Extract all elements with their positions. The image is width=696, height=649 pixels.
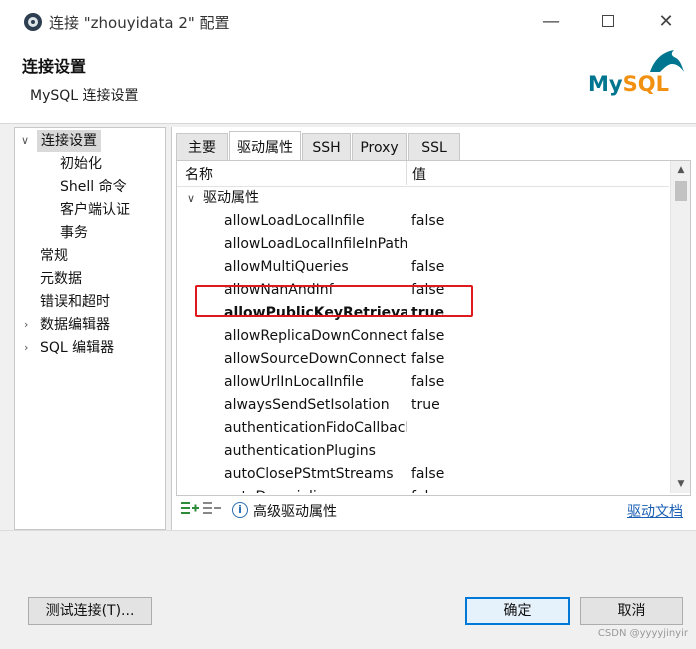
table-row[interactable]: allowLoadLocalInfileInPath (177, 233, 669, 256)
nav-item-shell-commands[interactable]: Shell 命令 (60, 176, 127, 198)
properties-toolbar: i 高级驱动属性 驱动文档 (176, 497, 691, 525)
tab-main[interactable]: 主要 (176, 133, 228, 161)
minimize-button[interactable]: — (536, 8, 566, 36)
property-name: allowLoadLocalInfileInPath (224, 236, 407, 252)
cancel-button[interactable]: 取消 (580, 597, 683, 625)
nav-item-init[interactable]: 初始化 (60, 153, 102, 175)
property-value[interactable]: false (411, 256, 444, 279)
window-title: 连接 "zhouyidata 2" 配置 (49, 14, 230, 32)
property-name: allowUrlInLocalInfile (224, 374, 364, 390)
table-row[interactable]: allowReplicaDownConnectionsfalse (177, 325, 669, 348)
property-group-row[interactable]: ∨ 驱动属性 (177, 187, 669, 210)
page-title: 连接设置 (22, 57, 87, 76)
scroll-down-arrow-icon[interactable]: ▼ (671, 475, 691, 493)
nav-item-transactions[interactable]: 事务 (60, 222, 88, 244)
property-name: authenticationPlugins (224, 443, 376, 459)
mysql-logo: MySQL (588, 46, 688, 104)
add-list-icon (181, 502, 199, 514)
column-divider[interactable] (406, 161, 407, 185)
annotation-highlight-box (195, 285, 473, 317)
property-name: allowSourceDownConnections (224, 351, 407, 367)
nav-item-data-editor[interactable]: 数据编辑器 (40, 314, 110, 336)
property-name: autoClosePStmtStreams (224, 466, 394, 482)
group-label: 驱动属性 (203, 190, 259, 206)
property-name: allowReplicaDownConnections (224, 328, 407, 344)
tab-proxy[interactable]: Proxy (352, 133, 407, 161)
maximize-icon (602, 15, 614, 27)
advanced-driver-properties-label[interactable]: 高级驱动属性 (253, 501, 337, 521)
nav-item-sql-editor[interactable]: SQL 编辑器 (40, 337, 114, 359)
close-button[interactable]: ✕ (651, 8, 681, 36)
table-row[interactable]: autoDeserialize false (177, 486, 669, 493)
table-header: 名称 值 (177, 161, 669, 187)
nav-item-client-auth[interactable]: 客户端认证 (60, 199, 130, 221)
table-row[interactable]: authenticationPlugins (177, 440, 669, 463)
dbeaver-app-icon (24, 13, 42, 31)
column-header-value[interactable]: 值 (412, 164, 426, 184)
scroll-thumb[interactable] (675, 181, 687, 201)
dialog-footer: 测试连接(T)... 确定 取消 CSDN @yyyyjinyir (0, 530, 696, 649)
property-name: allowLoadLocalInfile (224, 213, 365, 229)
info-icon: i (232, 502, 248, 518)
scroll-up-arrow-icon[interactable]: ▲ (671, 161, 691, 179)
property-value[interactable]: false (411, 210, 444, 233)
nav-item-errors-timeouts[interactable]: 错误和超时 (40, 291, 110, 313)
driver-properties-table: 名称 值 ∨ 驱动属性 allowLoadLocalInfile false al… (176, 160, 691, 496)
tab-ssl[interactable]: SSL (408, 133, 460, 161)
property-rows: ∨ 驱动属性 allowLoadLocalInfile false allowLo… (177, 187, 669, 493)
main-area: ∨ 连接设置 初始化 Shell 命令 客户端认证 事务 常规 元数据 错误和超… (0, 124, 696, 530)
property-name: allowMultiQueries (224, 259, 349, 275)
driver-docs-link[interactable]: 驱动文档 (627, 501, 683, 521)
table-row[interactable]: allowSourceDownConnectionsfalse (177, 348, 669, 371)
remove-property-icon[interactable] (202, 501, 222, 521)
maximize-button[interactable] (593, 8, 623, 36)
dialog-header: 连接设置 MySQL 连接设置 MySQL (0, 44, 696, 124)
logo-sql: SQL (622, 72, 669, 96)
property-value[interactable]: false (411, 463, 444, 486)
vertical-scrollbar[interactable]: ▲ ▼ (670, 161, 690, 493)
settings-nav-tree: ∨ 连接设置 初始化 Shell 命令 客户端认证 事务 常规 元数据 错误和超… (14, 127, 166, 530)
chevron-right-icon[interactable]: › (24, 337, 28, 359)
table-row[interactable]: allowLoadLocalInfile false (177, 210, 669, 233)
test-connection-button[interactable]: 测试连接(T)... (28, 597, 152, 625)
watermark: CSDN @yyyyjinyir (597, 628, 688, 639)
remove-list-icon (203, 502, 221, 514)
nav-item-general[interactable]: 常规 (40, 245, 68, 267)
property-value[interactable]: false (411, 486, 444, 493)
table-row[interactable]: allowMultiQueries false (177, 256, 669, 279)
property-name: authenticationFidoCallback (224, 420, 407, 436)
page-subtitle: MySQL 连接设置 (30, 88, 139, 104)
add-property-icon[interactable] (180, 501, 200, 521)
property-value[interactable]: false (411, 325, 444, 348)
column-header-name[interactable]: 名称 (185, 164, 213, 184)
table-row[interactable]: authenticationFidoCallback (177, 417, 669, 440)
property-value[interactable]: false (411, 371, 444, 394)
table-row[interactable]: allowUrlInLocalInfile false (177, 371, 669, 394)
property-value[interactable]: false (411, 348, 444, 371)
property-name: autoDeserialize (224, 486, 407, 493)
title-bar: 连接 "zhouyidata 2" 配置 — ✕ (0, 0, 696, 44)
nav-item-metadata[interactable]: 元数据 (40, 268, 82, 290)
tab-driver-properties[interactable]: 驱动属性 (229, 131, 301, 161)
tab-ssh[interactable]: SSH (302, 133, 351, 161)
table-row[interactable]: alwaysSendSetIsolation true (177, 394, 669, 417)
chevron-right-icon[interactable]: › (24, 314, 28, 336)
property-name: alwaysSendSetIsolation (224, 397, 390, 413)
property-value[interactable]: true (411, 394, 440, 417)
mysql-wordmark: MySQL (588, 72, 669, 96)
chevron-down-icon[interactable]: ∨ (187, 187, 195, 210)
settings-panel: 主要 驱动属性 SSH Proxy SSL 名称 值 ∨ 驱动属性 allowL… (171, 127, 696, 530)
table-row[interactable]: autoClosePStmtStreams false (177, 463, 669, 486)
nav-item-connection-settings[interactable]: 连接设置 (37, 130, 101, 152)
ok-button[interactable]: 确定 (465, 597, 570, 625)
chevron-down-icon[interactable]: ∨ (21, 130, 29, 152)
logo-my: My (588, 72, 623, 96)
